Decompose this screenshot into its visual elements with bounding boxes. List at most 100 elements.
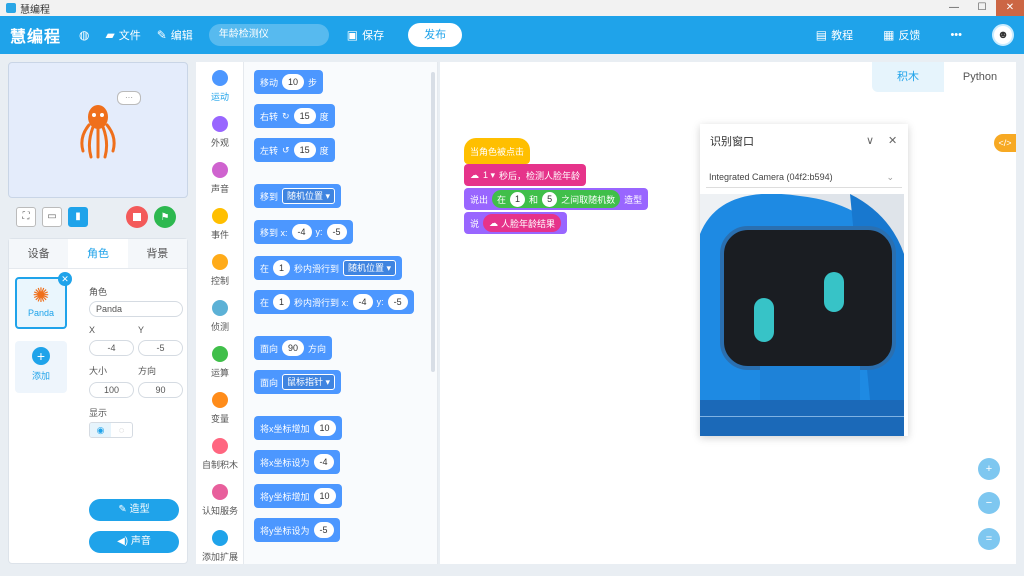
- block-input[interactable]: -4: [313, 454, 334, 470]
- category-8[interactable]: 自制积木: [196, 430, 244, 476]
- sprite-name-input[interactable]: Panda: [89, 301, 183, 317]
- category-7[interactable]: 变量: [196, 384, 244, 430]
- block-input[interactable]: -5: [326, 224, 347, 240]
- file-menu[interactable]: ▰ 文件: [106, 27, 141, 43]
- block-change-y[interactable]: 将y坐标增加 10: [254, 484, 342, 508]
- block-set-x[interactable]: 将x坐标设为 -4: [254, 450, 340, 474]
- category-3[interactable]: 事件: [196, 200, 244, 246]
- tab-python[interactable]: Python: [944, 62, 1016, 92]
- category-6[interactable]: 运算: [196, 338, 244, 384]
- tab-devices[interactable]: 设备: [9, 239, 69, 268]
- block-turn-right[interactable]: 右转 ↻ 15 度: [254, 104, 335, 128]
- close-window-icon[interactable]: ✕: [996, 0, 1024, 16]
- collapse-icon[interactable]: ∨: [866, 134, 874, 147]
- block-dropdown[interactable]: 1 ▾: [483, 170, 495, 181]
- code-view-toggle[interactable]: </>: [994, 134, 1016, 152]
- category-1[interactable]: 外观: [196, 108, 244, 154]
- delete-sprite-icon[interactable]: ✕: [58, 272, 72, 286]
- fullscreen-icon[interactable]: ⛶: [16, 207, 36, 227]
- block-input[interactable]: 1: [273, 294, 291, 310]
- block-input[interactable]: 1: [273, 260, 291, 276]
- category-10[interactable]: 添加扩展: [196, 522, 244, 568]
- tab-backdrops[interactable]: 背景: [127, 239, 187, 268]
- tutorial-button[interactable]: ▤ 教程: [816, 27, 853, 43]
- edit-menu[interactable]: ✎ 编辑: [157, 27, 193, 43]
- more-button[interactable]: •••: [950, 29, 962, 41]
- size-input[interactable]: 100: [89, 382, 134, 398]
- language-button[interactable]: ◍: [79, 28, 89, 42]
- block-input[interactable]: -4: [291, 224, 312, 240]
- add-sprite-button[interactable]: + 添加: [15, 341, 67, 393]
- block-point-towards[interactable]: 面向 鼠标指针 ▾: [254, 370, 342, 394]
- block-point-direction[interactable]: 面向 90 方向: [254, 336, 333, 360]
- y-input[interactable]: -5: [138, 340, 183, 356]
- block-input[interactable]: 10: [313, 420, 336, 436]
- category-4[interactable]: 控制: [196, 246, 244, 292]
- block-input[interactable]: 10: [313, 488, 336, 504]
- save-button[interactable]: ▣ 保存: [347, 27, 384, 43]
- face-age-result-reporter[interactable]: ☁ 人脸年龄结果: [483, 214, 562, 232]
- maximize-icon[interactable]: ☐: [968, 0, 996, 16]
- hat-block-sprite-clicked[interactable]: 当角色被点击: [464, 138, 531, 164]
- block-dropdown[interactable]: 鼠标指针 ▾: [282, 374, 336, 390]
- block-text: 说出: [470, 194, 489, 205]
- category-9[interactable]: 认知服务: [196, 476, 244, 522]
- zoom-reset-icon[interactable]: =: [978, 528, 1000, 550]
- small-stage-icon[interactable]: ▭: [42, 207, 62, 227]
- user-avatar[interactable]: ☻: [992, 24, 1014, 46]
- block-say[interactable]: 说 ☁ 人脸年龄结果: [464, 212, 568, 234]
- block-input[interactable]: -4: [352, 294, 373, 310]
- block-input[interactable]: 1: [510, 191, 526, 207]
- show-eye-icon[interactable]: ◉: [90, 423, 111, 437]
- palette-scrollbar[interactable]: [431, 72, 435, 372]
- block-say-random[interactable]: 说出 在 1 和 5 之间取随机数 造型: [464, 188, 649, 210]
- hide-eye-icon[interactable]: ◌: [111, 423, 132, 437]
- block-input[interactable]: -5: [313, 522, 334, 538]
- stage[interactable]: ···: [8, 62, 188, 198]
- block-input[interactable]: 90: [282, 340, 305, 356]
- zoom-out-icon[interactable]: −: [978, 492, 1000, 514]
- block-set-y[interactable]: 将y坐标设为 -5: [254, 518, 340, 542]
- sprite-card-panda[interactable]: ✺ Panda ✕: [15, 272, 72, 329]
- category-5[interactable]: 侦测: [196, 292, 244, 338]
- close-icon[interactable]: ✕: [888, 134, 897, 147]
- block-detect-face-age[interactable]: ☁ 1 ▾ 秒后，检测人脸年龄: [464, 164, 587, 186]
- project-name-input[interactable]: 年龄检测仪: [208, 24, 329, 46]
- octopus-sprite[interactable]: [75, 103, 121, 169]
- large-stage-icon[interactable]: ▮: [68, 207, 88, 227]
- block-input[interactable]: -5: [387, 294, 408, 310]
- block-input[interactable]: 10: [282, 74, 305, 90]
- block-turn-left[interactable]: 左转 ↺ 15 度: [254, 138, 335, 162]
- category-2[interactable]: 声音: [196, 154, 244, 200]
- block-glide-xy[interactable]: 在 1 秒内滑行到 x: -4 y: -5: [254, 290, 414, 314]
- publish-button[interactable]: 发布: [408, 23, 463, 47]
- block-move-steps[interactable]: 移动 10 步: [254, 70, 324, 94]
- costume-button[interactable]: ✎ 造型: [89, 499, 179, 521]
- block-dropdown[interactable]: 随机位置 ▾: [343, 260, 397, 276]
- block-input[interactable]: 15: [293, 142, 316, 158]
- block-change-x[interactable]: 将x坐标增加 10: [254, 416, 342, 440]
- tab-blocks[interactable]: 积木: [872, 62, 944, 92]
- stop-button[interactable]: [126, 206, 148, 228]
- minimize-icon[interactable]: —: [940, 0, 968, 16]
- category-dot-icon: [212, 254, 228, 270]
- x-input[interactable]: -4: [89, 340, 134, 356]
- sound-button[interactable]: ◀) 声音: [89, 531, 179, 553]
- visibility-toggle: ◉ ◌: [89, 422, 133, 438]
- direction-input[interactable]: 90: [138, 382, 183, 398]
- feedback-button[interactable]: ▦ 反馈: [883, 27, 920, 43]
- camera-select[interactable]: Integrated Camera (04f2:b594) ⌄: [706, 166, 902, 188]
- block-glide[interactable]: 在 1 秒内滑行到 随机位置 ▾: [254, 256, 403, 280]
- random-operator-block[interactable]: 在 1 和 5 之间取随机数: [492, 190, 621, 208]
- block-text: 面向: [260, 343, 279, 354]
- tab-sprites[interactable]: 角色: [68, 239, 128, 268]
- window-titlebar: 慧编程 — ☐ ✕: [0, 0, 1024, 16]
- block-goto[interactable]: 移到 随机位置 ▾: [254, 184, 342, 208]
- category-0[interactable]: 运动: [196, 62, 244, 108]
- block-dropdown[interactable]: 随机位置 ▾: [282, 188, 336, 204]
- green-flag-button[interactable]: ⚑: [154, 206, 176, 228]
- zoom-in-icon[interactable]: +: [978, 458, 1000, 480]
- block-goto-xy[interactable]: 移到 x: -4 y: -5: [254, 220, 353, 244]
- block-input[interactable]: 15: [293, 108, 316, 124]
- block-input[interactable]: 5: [542, 191, 558, 207]
